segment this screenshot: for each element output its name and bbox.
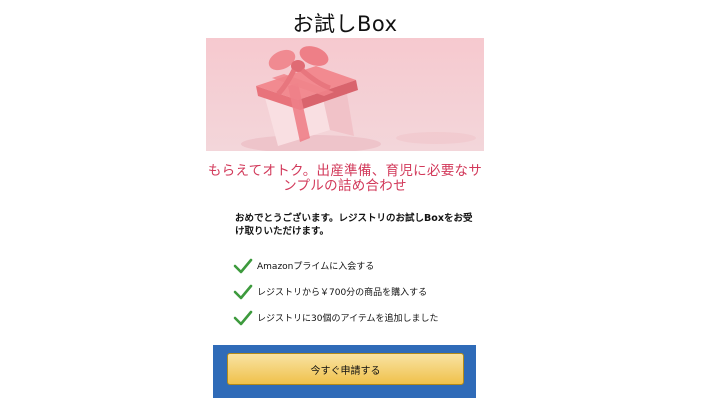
page-title: お試しBox bbox=[292, 12, 398, 36]
requirement-label: レジストリに30個のアイテムを追加しました bbox=[257, 314, 439, 324]
gift-box-illustration bbox=[206, 38, 484, 151]
checkmark-icon bbox=[233, 284, 253, 300]
gift-box-page: お試しBox もらえてオトク。出産準備、育児に必要なサンプルの詰め合わせ おめで… bbox=[0, 0, 720, 405]
requirement-label: Amazonプライムに入会する bbox=[257, 262, 375, 272]
requirement-item: レジストリに30個のアイテムを追加しました bbox=[233, 310, 473, 340]
hero-gift-image bbox=[206, 38, 484, 151]
checkmark-icon bbox=[233, 258, 253, 274]
congratulations-message: おめでとうございます。レジストリのお試しBoxをお受け取りいただけます。 bbox=[235, 213, 473, 237]
requirement-label: レジストリから￥700分の商品を購入する bbox=[257, 288, 428, 298]
apply-now-button[interactable]: 今すぐ申請する bbox=[227, 353, 464, 385]
checkmark-icon bbox=[233, 310, 253, 326]
tagline: もらえてオトク。出産準備、育児に必要なサンプルの詰め合わせ bbox=[207, 163, 483, 194]
